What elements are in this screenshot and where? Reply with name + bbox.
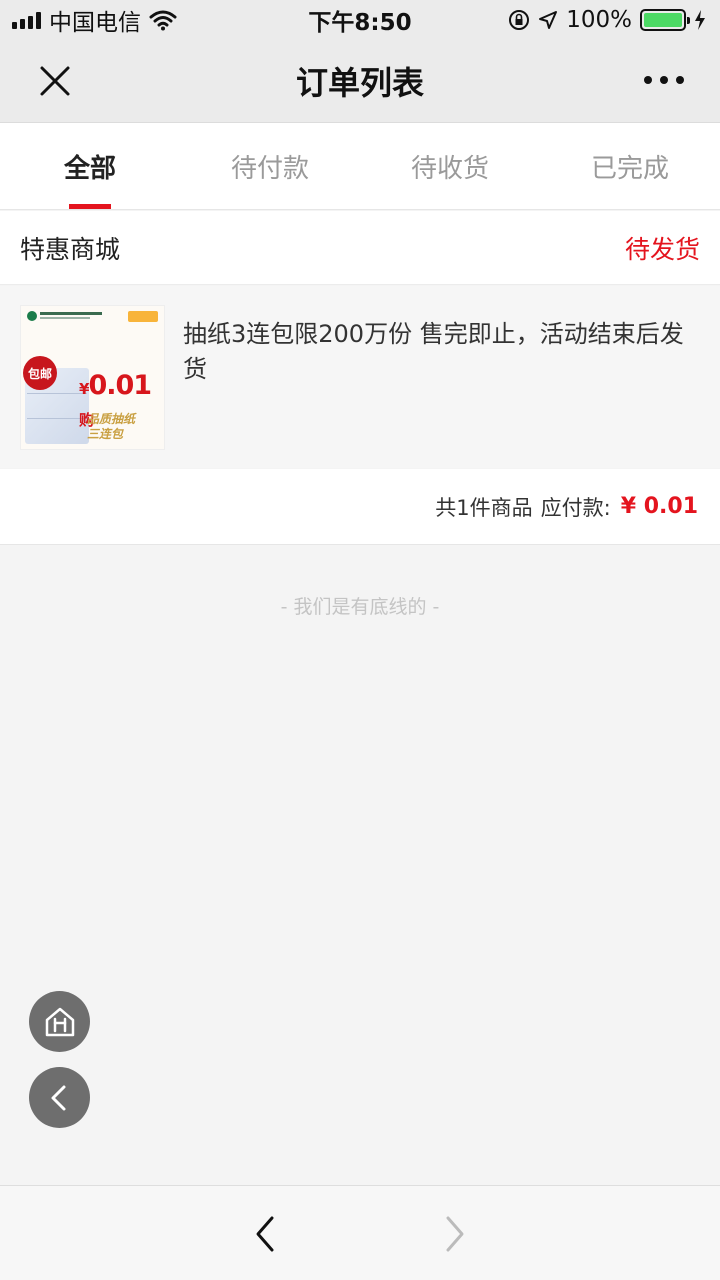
shop-name: 特惠商城 [20,234,121,264]
browser-forward-icon[interactable] [440,1214,470,1254]
wifi-icon [149,10,177,31]
floating-back-button[interactable] [29,1067,90,1128]
home-button[interactable] [29,991,90,1052]
carrier-label: 中国电信 [49,10,141,36]
signal-icon [12,11,41,29]
product-title: 抽纸3连包限200万份 售完即止，活动结束后发货 [183,320,684,383]
page-title: 订单列表 [295,64,424,102]
free-shipping-badge: 包邮 [23,356,57,390]
close-icon[interactable] [38,64,72,98]
item-count: 共1件商品 [435,495,533,520]
browser-back-icon[interactable] [250,1214,280,1254]
order-shop-header[interactable]: 特惠商城 待发货 [0,211,720,285]
orientation-lock-icon [509,10,530,30]
bank-logo-icon [27,311,107,321]
battery-icon [640,9,690,31]
payable-amount: ¥ 0.01 [620,494,698,519]
end-of-list-note: - 我们是有底线的 - [280,596,440,618]
corner-badge-icon [128,311,158,322]
battery-level [644,13,682,27]
thumbnail-tagline: 品质抽纸 三连包 [87,412,135,442]
tab-all[interactable]: 全部 [0,123,180,209]
product-thumbnail[interactable]: 包邮 ¥0.01购 品质抽纸 三连包 [20,305,165,450]
payable-label: 应付款: [540,495,611,520]
chevron-left-icon [51,1085,65,1110]
home-icon [45,1007,74,1036]
order-status: 待发货 [624,234,700,264]
tab-pending-receipt[interactable]: 待收货 [360,123,540,209]
thumbnail-tag-line1: 品质抽纸 [87,412,136,426]
battery-percent: 100% [566,7,632,33]
nav-bar: 订单列表 [0,40,720,123]
thumbnail-tag-line2: 三连包 [87,427,124,441]
more-icon[interactable] [644,70,684,90]
browser-toolbar [0,1185,720,1280]
charging-icon [695,10,705,30]
order-tabs: 全部 待付款 待收货 已完成 [0,123,720,210]
tab-completed[interactable]: 已完成 [540,123,720,209]
location-icon [539,11,558,29]
thumbnail-price-value: 0.01 [88,370,152,401]
tab-pending-payment[interactable]: 待付款 [180,123,360,209]
order-product-item[interactable]: 包邮 ¥0.01购 品质抽纸 三连包 抽纸3连包限200万份 售完即止，活动结束… [0,286,720,468]
status-bar: 中国电信 下午8:50 100% [0,0,720,40]
order-summary: 共1件商品 应付款: ¥ 0.01 [0,469,720,545]
